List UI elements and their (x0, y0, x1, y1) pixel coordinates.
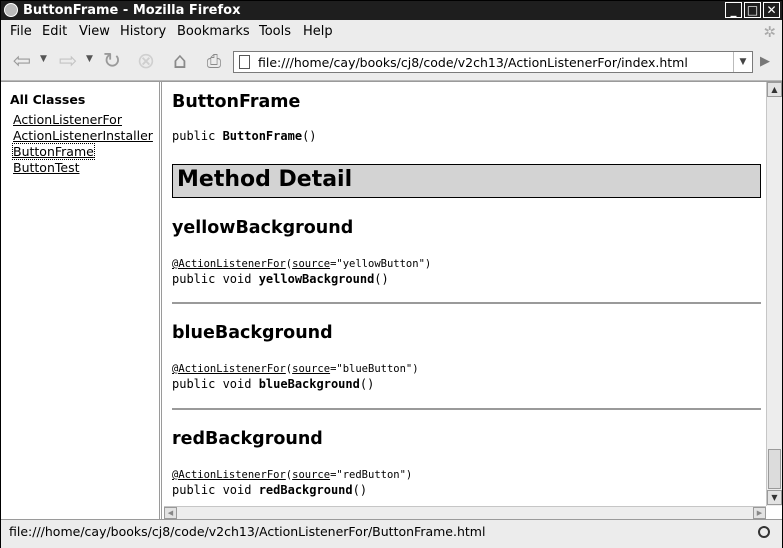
method-heading-blue: blueBackground (172, 323, 333, 343)
url-input[interactable] (258, 52, 728, 72)
annotation-line: @ActionListenerFor(source="redButton") (172, 469, 413, 481)
annotation-param-link[interactable]: source (292, 469, 330, 481)
method-modifiers: public void (172, 483, 259, 497)
divider (172, 302, 761, 304)
method-detail-title: Method Detail (177, 167, 353, 192)
go-icon[interactable]: ▶ (757, 54, 773, 70)
annotation-line: @ActionListenerFor(source="blueButton") (172, 363, 419, 375)
class-link-actionlistenerfor[interactable]: ActionListenerFor (13, 112, 122, 127)
navigation-toolbar: ⇦ ▼ ⇨ ▼ ↻ ⊗ ⌂ ⎙ ▼ ▶ (1, 44, 782, 81)
constructor-signature: public ButtonFrame() (172, 129, 317, 143)
menu-help[interactable]: Help (303, 21, 333, 43)
menu-file[interactable]: File (10, 21, 32, 43)
scroll-right-icon[interactable]: ▶ (753, 507, 766, 519)
content-area: All Classes ActionListenerFor ActionList… (1, 81, 782, 519)
class-link-buttonframe[interactable]: ButtonFrame (12, 143, 95, 160)
annotation-link[interactable]: @ActionListenerFor (172, 258, 286, 270)
annotation-link[interactable]: @ActionListenerFor (172, 469, 286, 481)
scroll-thumb[interactable] (768, 449, 781, 489)
menu-edit[interactable]: Edit (42, 21, 67, 43)
menu-bar: File Edit View History Bookmarks Tools H… (1, 21, 782, 43)
horizontal-scrollbar[interactable]: ◀ ▶ (164, 506, 766, 519)
window-title: ButtonFrame - Mozilla Firefox (23, 3, 241, 18)
home-icon[interactable]: ⌂ (166, 50, 194, 74)
maximize-button[interactable]: □ (744, 2, 761, 18)
ctor-modifier: public (172, 129, 223, 143)
reload-icon[interactable]: ↻ (98, 50, 126, 74)
menu-bookmarks[interactable]: Bookmarks (177, 21, 250, 43)
constructor-heading: ButtonFrame (172, 92, 301, 112)
method-signature: public void yellowBackground() (172, 272, 389, 286)
forward-dropdown-icon[interactable]: ▼ (86, 54, 93, 64)
class-link-buttontest[interactable]: ButtonTest (13, 160, 80, 175)
method-modifiers: public void (172, 272, 259, 286)
back-dropdown-icon[interactable]: ▼ (40, 54, 47, 64)
forward-icon[interactable]: ⇨ (53, 50, 83, 74)
annotation-value: ="blueButton") (330, 363, 419, 375)
all-classes-heading: All Classes (10, 92, 86, 107)
class-list-frame: All Classes ActionListenerFor ActionList… (1, 82, 162, 519)
divider (172, 408, 761, 410)
menu-tools[interactable]: Tools (259, 21, 291, 43)
method-signature: public void blueBackground() (172, 377, 374, 391)
method-params: () (359, 377, 375, 391)
annotation-value: ="yellowButton") (330, 258, 432, 270)
annotation-value: ="redButton") (330, 469, 413, 481)
minimize-button[interactable]: _ (725, 2, 742, 18)
url-dropdown-icon[interactable]: ▼ (733, 52, 752, 72)
print-icon[interactable]: ⎙ (200, 50, 228, 74)
throbber-icon: ✲ (763, 23, 776, 41)
method-name: redBackground (258, 483, 353, 497)
method-heading-yellow: yellowBackground (172, 218, 354, 238)
title-bar: ButtonFrame - Mozilla Firefox _ □ ✕ (1, 1, 782, 20)
status-bar: file:///home/cay/books/cj8/code/v2ch13/A… (1, 519, 782, 548)
method-params: () (374, 272, 389, 286)
menu-view[interactable]: View (79, 21, 110, 43)
method-name: yellowBackground (258, 272, 375, 286)
class-detail-frame: ButtonFrame public ButtonFrame() Method … (164, 82, 782, 519)
url-bar[interactable]: ▼ (233, 51, 753, 73)
close-button[interactable]: ✕ (763, 2, 780, 18)
class-link-actionlistenerinstaller[interactable]: ActionListenerInstaller (13, 128, 153, 143)
method-name: blueBackground (258, 377, 360, 391)
scroll-left-icon[interactable]: ◀ (164, 507, 177, 519)
menu-history[interactable]: History (120, 21, 166, 43)
method-params: () (352, 483, 368, 497)
method-modifiers: public void (172, 377, 259, 391)
status-text: file:///home/cay/books/cj8/code/v2ch13/A… (9, 524, 486, 539)
method-heading-red: redBackground (172, 429, 323, 449)
status-indicator-icon[interactable] (758, 526, 770, 538)
ctor-name: ButtonFrame (222, 129, 303, 143)
firefox-icon[interactable] (4, 3, 18, 17)
scroll-up-icon[interactable]: ▲ (767, 82, 782, 97)
method-detail-header: Method Detail (172, 164, 761, 198)
page-icon (239, 55, 250, 69)
ctor-params: () (302, 129, 317, 143)
annotation-link[interactable]: @ActionListenerFor (172, 363, 286, 375)
method-signature: public void redBackground() (172, 483, 367, 497)
scroll-down-icon[interactable]: ▼ (767, 490, 782, 505)
annotation-param-link[interactable]: source (292, 258, 330, 270)
annotation-param-link[interactable]: source (292, 363, 330, 375)
annotation-line: @ActionListenerFor(source="yellowButton"… (172, 258, 432, 270)
browser-window: ButtonFrame - Mozilla Firefox _ □ ✕ File… (0, 0, 783, 548)
stop-icon[interactable]: ⊗ (132, 50, 160, 74)
vertical-scrollbar[interactable]: ▲ ▼ (766, 82, 782, 506)
back-icon[interactable]: ⇦ (7, 50, 37, 74)
